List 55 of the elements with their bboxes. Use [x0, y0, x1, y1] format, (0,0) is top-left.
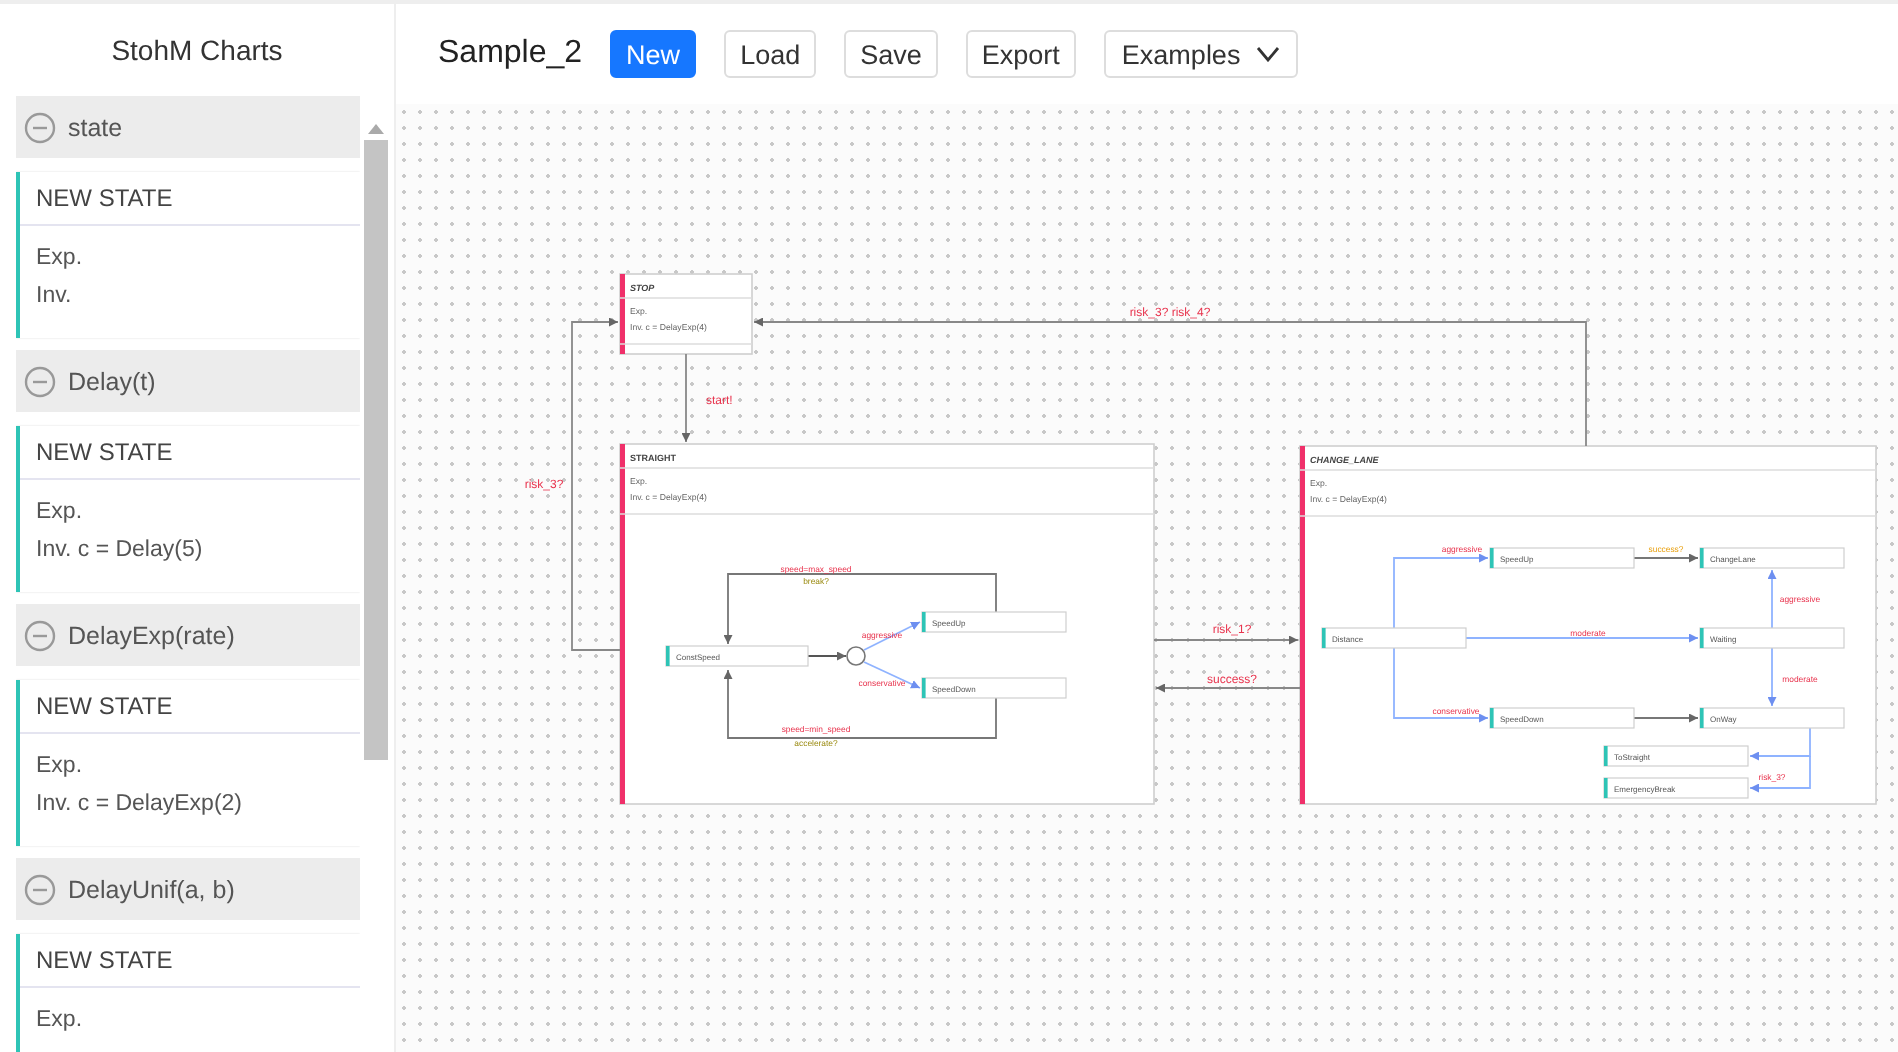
- transition-arrow[interactable]: [681, 353, 691, 443]
- palette-group-title: DelayUnif(a, b): [68, 875, 235, 903]
- choice-node[interactable]: [846, 646, 866, 666]
- toolbar-button[interactable]: Load: [724, 30, 817, 78]
- state-card-line: Exp.: [36, 244, 85, 274]
- transition-arrow[interactable]: [1767, 647, 1777, 707]
- transition-arrow[interactable]: [807, 651, 847, 661]
- state-card[interactable]: NEW STATE Exp. Inv.: [16, 172, 360, 338]
- transition-arrow[interactable]: [1749, 755, 1811, 793]
- state-box[interactable]: [619, 443, 1155, 805]
- transition-arrow[interactable]: [1633, 553, 1699, 563]
- transition-arrow[interactable]: [723, 573, 997, 645]
- palette-group-header[interactable]: DelayUnif(a, b): [16, 858, 360, 920]
- transition-arrow[interactable]: [863, 621, 921, 651]
- state-card-line: Inv. c = DelayExp(2): [36, 790, 245, 820]
- state-card-line: Exp.: [36, 1006, 85, 1036]
- state-card-title: NEW STATE: [20, 172, 360, 226]
- transition-arrow[interactable]: [1155, 683, 1301, 693]
- palette-group-title: state: [68, 113, 123, 141]
- transition-arrow[interactable]: [1767, 569, 1777, 629]
- transition-arrow[interactable]: [1633, 713, 1699, 723]
- state-accent-bar: [620, 274, 625, 354]
- state-card-line: Exp.: [36, 752, 85, 782]
- collapse-icon[interactable]: [24, 111, 56, 143]
- transition-arrow[interactable]: [571, 317, 621, 651]
- toolbar-button[interactable]: Save: [844, 30, 938, 78]
- collapse-icon[interactable]: [24, 365, 56, 397]
- toolbar-button[interactable]: New: [610, 30, 697, 78]
- state-card-line: Exp.: [36, 498, 85, 528]
- chevron-down-icon: [1256, 46, 1281, 62]
- state-card[interactable]: NEW STATE Exp. Inv. c = DelayExp(2): [16, 680, 360, 846]
- examples-dropdown[interactable]: Examples: [1103, 30, 1299, 78]
- collapse-icon[interactable]: [24, 619, 56, 651]
- state-card-line: Inv.: [36, 282, 74, 312]
- state-card-title: NEW STATE: [20, 934, 360, 988]
- scroll-up-icon[interactable]: [368, 124, 384, 134]
- palette-group-title: DelayExp(rate): [68, 621, 235, 649]
- state-card-line: Inv. c = Delay(5): [36, 536, 205, 566]
- palette-group-header[interactable]: DelayExp(rate): [16, 604, 360, 666]
- state-card[interactable]: NEW STATE Exp.: [16, 934, 360, 1052]
- state-box[interactable]: [619, 273, 753, 355]
- palette-group-header[interactable]: state: [16, 96, 360, 158]
- chart-name: Sample_2: [438, 36, 583, 72]
- scrollbar-thumb[interactable]: [364, 140, 388, 760]
- palette-group-title: Delay(t): [68, 367, 156, 395]
- palette-group-header[interactable]: Delay(t): [16, 350, 360, 412]
- state-card[interactable]: NEW STATE Exp. Inv. c = Delay(5): [16, 426, 360, 592]
- state-card-title: NEW STATE: [20, 680, 360, 734]
- collapse-icon[interactable]: [24, 873, 56, 905]
- toolbar-button[interactable]: Export: [965, 30, 1076, 78]
- transition-arrow[interactable]: [723, 669, 997, 739]
- transition-arrow[interactable]: [1153, 635, 1299, 645]
- app-title: StohM Charts: [109, 32, 285, 70]
- transition-arrow[interactable]: [863, 661, 921, 689]
- state-card-title: NEW STATE: [20, 426, 360, 480]
